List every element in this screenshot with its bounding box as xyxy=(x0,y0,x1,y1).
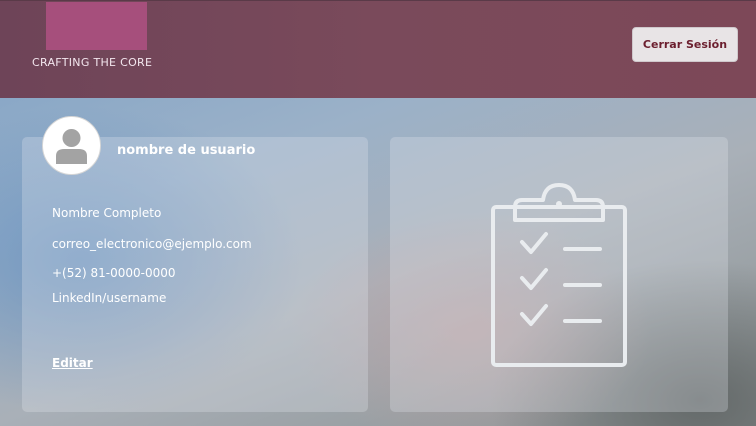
logout-button[interactable]: Cerrar Sesión xyxy=(632,27,738,62)
brand-name: CRAFTING THE CORE xyxy=(32,56,153,69)
full-name-text: Nombre Completo xyxy=(52,206,162,220)
email-text: correo_electronico@ejemplo.com xyxy=(52,237,252,251)
username-label: nombre de usuario xyxy=(117,143,256,158)
user-avatar-icon xyxy=(42,116,101,175)
linkedin-text: LinkedIn/username xyxy=(52,291,167,305)
phone-text: +(52) 81-0000-0000 xyxy=(52,266,176,280)
logo xyxy=(46,2,147,50)
clipboard-checklist-icon xyxy=(491,183,627,367)
edit-link[interactable]: Editar xyxy=(52,356,93,370)
top-header: CRAFTING THE CORE Cerrar Sesión xyxy=(0,0,756,98)
